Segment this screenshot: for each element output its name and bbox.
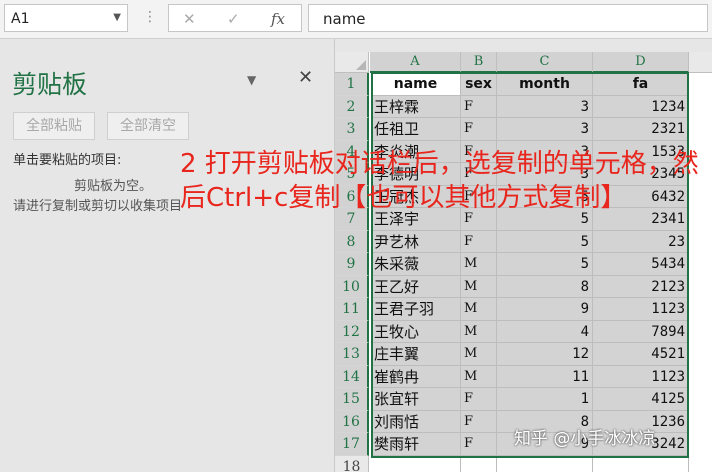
clipboard-instruction: 单击要粘贴的项目: [13,153,122,168]
column-header[interactable]: C [497,52,593,73]
table-cell[interactable]: F [461,388,497,411]
table-cell[interactable]: 庄丰翼 [371,343,461,366]
table-cell[interactable]: 尹艺林 [371,230,461,253]
table-cell[interactable]: month [497,73,593,96]
table-cell[interactable]: 7894 [593,320,689,343]
close-icon[interactable]: ✕ [298,67,313,88]
table-cell[interactable]: M [461,275,497,298]
table-cell[interactable]: 3 [497,118,593,141]
name-box[interactable]: A1 ▼ [4,4,128,32]
table-cell[interactable]: 1 [497,388,593,411]
row-header[interactable]: 15 [335,388,369,411]
table-cell[interactable]: sex [461,73,497,96]
select-all-icon [356,60,366,70]
table-cell[interactable]: M [461,320,497,343]
table-cell[interactable]: 王君子羽 [371,298,461,321]
table-cell[interactable] [461,455,497,472]
row-header[interactable]: 3 [335,118,369,141]
table-cell[interactable] [593,455,689,472]
more-vertical-icon[interactable]: ⋮ [143,9,157,25]
chevron-down-icon[interactable]: ▼ [113,12,121,23]
table-cell[interactable]: 4 [497,320,593,343]
table-cell[interactable]: 9 [497,298,593,321]
table-cell[interactable]: 朱采薇 [371,253,461,276]
table-cell[interactable]: 12 [497,343,593,366]
column-header[interactable]: D [593,52,689,73]
row-header[interactable]: 10 [335,275,369,298]
annotation-text: 2 打开剪贴板对话栏后，选复制的单元格，然后Ctrl+c复制【也可以其他方式复制… [180,149,699,214]
name-box-value: A1 [11,11,30,27]
cancel-icon[interactable]: ✕ [183,10,196,28]
paste-all-button[interactable]: 全部粘贴 [13,112,95,140]
column-header-empty[interactable] [689,52,712,73]
table-cell[interactable]: name [371,73,461,96]
table-cell[interactable]: 2321 [593,118,689,141]
table-cell[interactable]: 张宜轩 [371,388,461,411]
row-header[interactable]: 8 [335,230,369,253]
row-header[interactable]: 16 [335,410,369,433]
table-cell[interactable]: 刘雨恬 [371,410,461,433]
table-cell[interactable] [371,455,461,472]
table-cell[interactable]: M [461,343,497,366]
clear-all-button[interactable]: 全部清空 [107,112,189,140]
table-cell[interactable]: M [461,365,497,388]
row-header[interactable]: 18 [335,455,369,472]
clipboard-pane: 剪贴板 ▼ ✕ 全部粘贴 全部清空 单击要粘贴的项目: 剪贴板为空。 请进行复制… [0,39,334,472]
clipboard-hint: 请进行复制或剪切以收集项目 [13,199,183,214]
insert-function-icon[interactable]: fx [271,10,285,28]
formula-actions: ✕ ✓ fx [168,4,302,32]
table-cell[interactable]: M [461,253,497,276]
table-cell[interactable]: 8 [497,275,593,298]
confirm-icon[interactable]: ✓ [227,10,240,28]
formula-input[interactable]: name [308,4,708,32]
table-cell[interactable]: 樊雨轩 [371,433,461,456]
row-header[interactable]: 17 [335,433,369,456]
table-cell[interactable]: 5434 [593,253,689,276]
formula-value: name [323,10,366,28]
row-header[interactable]: 2 [335,95,369,118]
spreadsheet-grid[interactable]: A B C D 1 2 3 4 5 6 7 8 9 10 11 12 13 14 15 16 17 18 name sex mo… [335,52,712,472]
table-cell[interactable]: 23 [593,230,689,253]
clipboard-title: 剪贴板 [12,70,88,99]
table-cell[interactable]: 5 [497,230,593,253]
formula-bar: A1 ▼ ⋮ ✕ ✓ fx name [0,0,712,39]
table-cell[interactable]: F [461,95,497,118]
clipboard-empty-text: 剪贴板为空。 [74,179,153,194]
table-cell[interactable]: 王乙好 [371,275,461,298]
table-cell[interactable]: 11 [497,365,593,388]
table-cell[interactable]: M [461,298,497,321]
table-cell[interactable]: 4125 [593,388,689,411]
table-cell[interactable]: 王牧心 [371,320,461,343]
select-all-button[interactable] [335,52,369,73]
row-header[interactable]: 12 [335,320,369,343]
table-cell[interactable]: 2123 [593,275,689,298]
row-header[interactable]: 1 [335,73,369,96]
table-cell[interactable]: F [461,230,497,253]
table-cell[interactable] [497,455,593,472]
watermark: 知乎 @小手冰冰凉 [514,429,656,449]
table-cell[interactable]: 任祖卫 [371,118,461,141]
table-cell[interactable]: 崔鹤冉 [371,365,461,388]
table-cell[interactable]: F [461,410,497,433]
table-cell[interactable]: 4521 [593,343,689,366]
table-cell[interactable]: fa [593,73,689,96]
table-cell[interactable]: 1123 [593,365,689,388]
pane-options-icon[interactable]: ▼ [247,73,256,87]
table-cell[interactable]: F [461,118,497,141]
row-header[interactable]: 9 [335,253,369,276]
table-cell[interactable]: 王梓霖 [371,95,461,118]
column-header[interactable]: A [370,52,461,73]
row-header[interactable]: 14 [335,365,369,388]
table-cell[interactable]: 1123 [593,298,689,321]
row-header[interactable]: 13 [335,343,369,366]
table-cell[interactable]: 3 [497,95,593,118]
row-header[interactable]: 11 [335,298,369,321]
table-cell[interactable]: 5 [497,253,593,276]
table-cell[interactable]: 1234 [593,95,689,118]
column-header[interactable]: B [461,52,497,73]
table-cell[interactable]: F [461,433,497,456]
